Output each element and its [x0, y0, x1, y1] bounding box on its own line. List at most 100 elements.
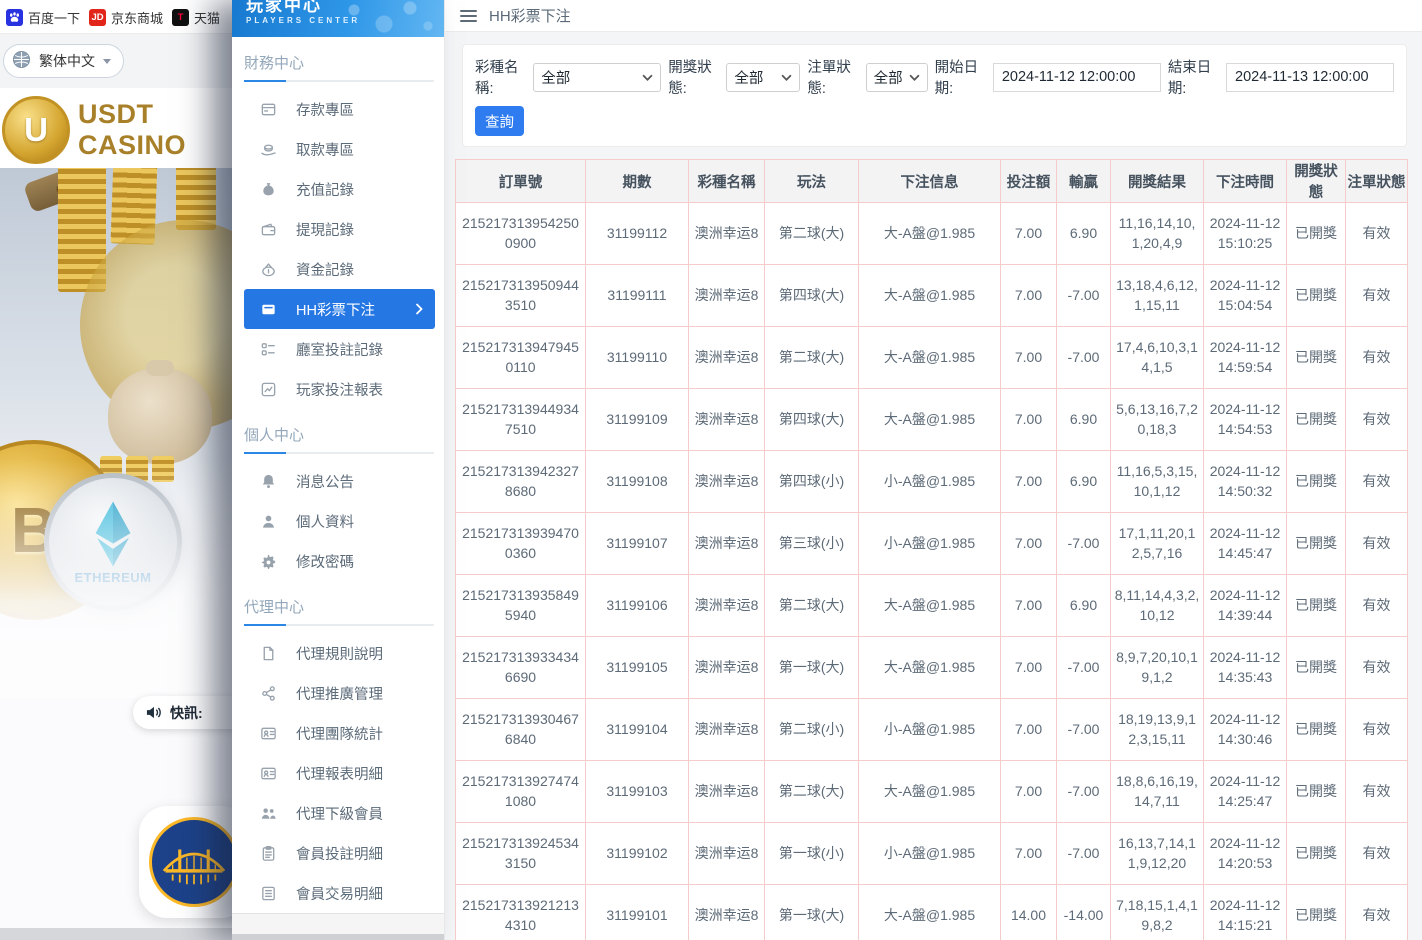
cell-draw-result: 17,4,6,10,3,14,1,5	[1111, 327, 1204, 389]
section-underline	[244, 80, 434, 82]
cell-lottery-name: 澳洲幸运8	[689, 265, 765, 327]
sidebar-item-label: 代理團隊統計	[296, 723, 383, 744]
sidebar-item-會員投註明細[interactable]: 會員投註明細	[232, 833, 444, 873]
lottery-name-label: 彩種名稱:	[475, 56, 526, 98]
search-button[interactable]: 查詢	[475, 106, 524, 136]
sidebar-item-代理推廣管理[interactable]: 代理推廣管理	[232, 673, 444, 713]
sidebar-item-label: HH彩票下注	[296, 299, 375, 320]
start-date-input[interactable]	[993, 63, 1161, 92]
cell-order-status: 有效	[1346, 451, 1408, 513]
cell-order-no: 2152173139394700360	[456, 513, 586, 575]
cell-issue: 31199102	[586, 823, 689, 885]
cell-play: 第二球(大)	[765, 575, 859, 637]
cell-bet-amount: 7.00	[1001, 451, 1057, 513]
sidebar-item-label: 會員投註明細	[296, 843, 383, 864]
chevron-down-icon	[103, 59, 111, 64]
table-row: 215217313924534315031199102澳洲幸运8第一球(小)小-…	[456, 823, 1408, 885]
chevron-down-icon	[642, 74, 653, 81]
players-center-sidebar: 玩家中心 PLAYERS CENTER 財務中心存款專區取款專區充值記錄提現記錄…	[232, 0, 445, 940]
chevron-down-icon	[781, 74, 792, 81]
table-row: 215217313927474108031199103澳洲幸运8第二球(大)大-…	[456, 761, 1408, 823]
withdraw-icon	[260, 141, 277, 158]
sidebar-item-存款專區[interactable]: 存款專區	[232, 89, 444, 129]
bookmark-item[interactable]: JD京东商城	[89, 8, 163, 27]
cell-bet-info: 小-A盤@1.985	[859, 451, 1001, 513]
ticker-label: 快訊:	[170, 703, 203, 723]
cell-order-status: 有效	[1346, 699, 1408, 761]
cell-issue: 31199112	[586, 203, 689, 265]
sidebar-item-會員交易明細[interactable]: 會員交易明細	[232, 873, 444, 913]
sidebar-item-label: 充值記錄	[296, 179, 354, 200]
language-label: 繁体中文	[39, 51, 95, 71]
sidebar-item-label: 存款專區	[296, 99, 354, 120]
cell-draw-status: 已開獎	[1287, 327, 1346, 389]
draw-status-select[interactable]: 全部	[726, 63, 800, 92]
sidebar-item-資金記錄[interactable]: 資金記錄	[232, 249, 444, 289]
end-date-label: 結束日期:	[1168, 56, 1219, 98]
cell-bet-amount: 7.00	[1001, 327, 1057, 389]
language-selector[interactable]: 繁体中文	[3, 44, 124, 78]
start-date-label: 開始日期:	[935, 56, 986, 98]
cell-lottery-name: 澳洲幸运8	[689, 823, 765, 885]
cell-issue: 31199106	[586, 575, 689, 637]
end-date-input[interactable]	[1226, 63, 1394, 92]
col-header-draw-result: 開獎結果	[1111, 160, 1204, 203]
cell-lottery-name: 澳洲幸运8	[689, 761, 765, 823]
table-row: 215217313954250090031199112澳洲幸运8第二球(大)大-…	[456, 203, 1408, 265]
col-header-win-loss: 輸贏	[1057, 160, 1111, 203]
cell-order-no: 2152173139479450110	[456, 327, 586, 389]
globe-icon	[12, 50, 31, 72]
sidebar-item-提現記錄[interactable]: 提現記錄	[232, 209, 444, 249]
order-status-label: 注單狀態:	[807, 56, 858, 98]
cell-order-no: 2152173139449347510	[456, 389, 586, 451]
cell-order-status: 有效	[1346, 575, 1408, 637]
col-header-order-status: 注單狀態	[1346, 160, 1408, 203]
bookmark-item[interactable]: 百度一下	[6, 8, 80, 27]
basketball-team-widget[interactable]	[139, 806, 232, 918]
sidebar-item-廳室投註記錄[interactable]: 廳室投註記錄	[232, 329, 444, 369]
sidebar-item-label: 玩家投注報表	[296, 379, 383, 400]
lottery-name-select[interactable]: 全部	[533, 63, 661, 92]
language-row: 繁体中文	[0, 34, 232, 88]
col-header-bet-info: 下注信息	[859, 160, 1001, 203]
cell-win-loss: -7.00	[1057, 699, 1111, 761]
sidebar-item-修改密碼[interactable]: 修改密碼	[232, 541, 444, 581]
cell-lottery-name: 澳洲幸运8	[689, 885, 765, 940]
sidebar-item-個人資料[interactable]: 個人資料	[232, 501, 444, 541]
bookmarks-bar: 百度一下 JD京东商城 T天猫	[0, 0, 232, 34]
cell-bet-amount: 7.00	[1001, 699, 1057, 761]
sidebar-item-消息公告[interactable]: 消息公告	[232, 461, 444, 501]
cell-draw-status: 已開獎	[1287, 761, 1346, 823]
cell-bet-info: 小-A盤@1.985	[859, 823, 1001, 885]
sidebar-item-玩家投注報表[interactable]: 玩家投注報表	[232, 369, 444, 409]
sidebar-item-代理下級會員[interactable]: 代理下級會員	[232, 793, 444, 833]
sidebar-item-label: 代理規則說明	[296, 643, 383, 664]
sidebar-item-代理團隊統計[interactable]: 代理團隊統計	[232, 713, 444, 753]
withdrawal-record-icon	[260, 221, 277, 238]
cell-order-status: 有效	[1346, 513, 1408, 575]
cell-play: 第一球(大)	[765, 885, 859, 940]
bookmark-item[interactable]: T天猫	[172, 8, 220, 27]
cell-issue: 31199103	[586, 761, 689, 823]
sidebar-item-HH彩票下注[interactable]: HH彩票下注	[244, 289, 435, 329]
cell-draw-result: 8,11,14,4,3,2,10,12	[1111, 575, 1204, 637]
cell-lottery-name: 澳洲幸运8	[689, 513, 765, 575]
sidebar-item-取款專區[interactable]: 取款專區	[232, 129, 444, 169]
order-status-select[interactable]: 全部	[866, 63, 928, 92]
hamburger-menu-icon[interactable]	[460, 10, 477, 22]
cell-draw-status: 已開獎	[1287, 389, 1346, 451]
sidebar-item-label: 取款專區	[296, 139, 354, 160]
cell-issue: 31199109	[586, 389, 689, 451]
cell-win-loss: -7.00	[1057, 265, 1111, 327]
sidebar-item-代理報表明細[interactable]: 代理報表明細	[232, 753, 444, 793]
sidebar-item-充值記錄[interactable]: 充值記錄	[232, 169, 444, 209]
col-header-play: 玩法	[765, 160, 859, 203]
cell-bet-time: 2024-11-12 14:59:54	[1204, 327, 1287, 389]
cell-issue: 31199101	[586, 885, 689, 940]
cell-order-no: 2152173139334346690	[456, 637, 586, 699]
draw-status-label: 開獎狀態:	[668, 56, 719, 98]
sidebar-item-label: 提現記錄	[296, 219, 354, 240]
sidebar-title: 玩家中心	[246, 0, 444, 15]
sidebar-item-代理規則說明[interactable]: 代理規則說明	[232, 633, 444, 673]
cell-bet-info: 大-A盤@1.985	[859, 203, 1001, 265]
